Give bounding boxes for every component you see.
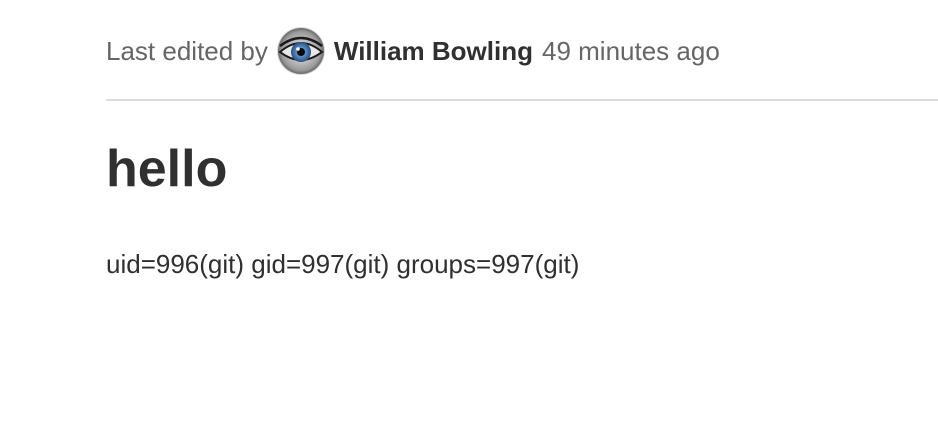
avatar-eye-icon xyxy=(277,28,324,74)
last-edited-label: Last edited by xyxy=(106,35,268,66)
last-edited-meta: Last edited by William Bowling 49 minute… xyxy=(106,26,720,76)
edited-time: 49 minutes ago xyxy=(542,35,720,66)
page-title: hello xyxy=(106,140,228,198)
author-name-link[interactable]: William Bowling xyxy=(334,36,533,67)
divider xyxy=(106,99,938,101)
author-avatar[interactable] xyxy=(277,28,324,74)
page-body-text: uid=996(git) gid=997(git) groups=997(git… xyxy=(106,249,580,279)
